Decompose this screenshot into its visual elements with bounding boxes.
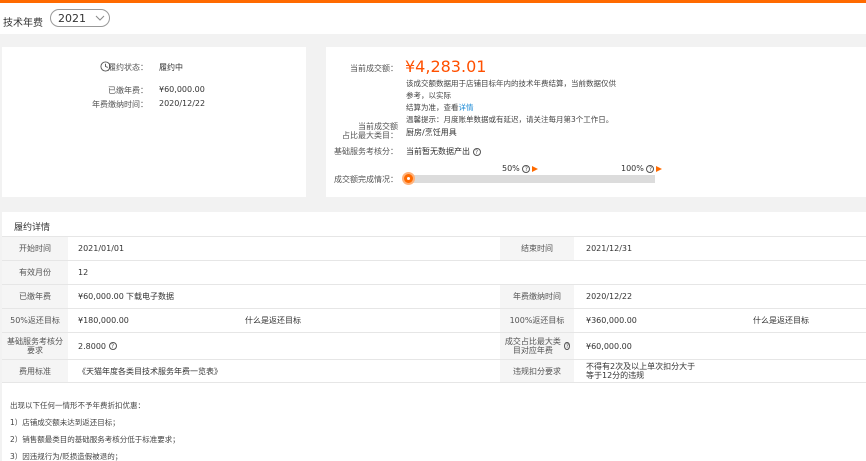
row-label-text: 成交占比最大类目对应年费 [504, 337, 561, 355]
basic-score-label: 基础服务考核分： [334, 147, 398, 156]
row-value: 12 [78, 268, 89, 277]
row-value: 不得有2次及以上单次扣分大于等于12分的违规 [586, 362, 696, 380]
row-label: 年费缴纳时间 [500, 285, 574, 308]
contract-details-panel: 履约详情 开始时间 2021/01/01 结束时间 2021/12/31 有效月… [2, 212, 866, 461]
chevron-down-icon [95, 15, 105, 21]
contract-summary-card: 履约状态： 履约中 已缴年费： ¥60,000.00 年费缴纳时间： 2020/… [2, 47, 306, 197]
help-icon[interactable]: ? [522, 164, 531, 173]
year-select[interactable]: 2021 [50, 9, 110, 27]
flag-icon [532, 165, 539, 172]
table-row: 开始时间 2021/01/01 结束时间 2021/12/31 [2, 236, 866, 260]
details-title: 履约详情 [14, 223, 51, 233]
table-row: 有效月份 12 [2, 260, 866, 284]
row-value: ¥60,000.00 [78, 292, 124, 301]
table-row: 基础服务考核分要求 2.8000 ? 成交占比最大类目对应年费 ? ¥60,00… [2, 332, 866, 359]
top-category-label-line1: 当前成交额 [358, 122, 398, 131]
row-label: 开始时间 [2, 237, 68, 260]
pay-time-label: 年费缴纳时间： [92, 100, 148, 109]
progress-marker-100: 100% ? [621, 164, 663, 173]
row-value: 2021/12/31 [586, 244, 633, 253]
progress-track [405, 175, 655, 183]
amount-note-line1: 该成交额数据用于店铺目标年内的技术年费结算，当前数据仅供参考，以实际 [406, 79, 616, 100]
table-row: 费用标准 《天猫年度各类目技术服务年费一览表》 违规扣分要求 不得有2次及以上单… [2, 359, 866, 383]
row-label: 违规扣分要求 [500, 360, 574, 382]
help-icon[interactable]: ? [646, 164, 655, 173]
note-line: 2）销售额最类目的基础服务考核分低于标准要求； [10, 435, 180, 444]
amount-note-line3: 温馨提示：月度账单数据或有延迟，请关注每月第3个工作日。 [406, 115, 614, 124]
row-label: 100%返还目标 [500, 309, 574, 332]
top-category-label: 当前成交额 占比最大类目： [342, 122, 398, 140]
pay-time-value: 2020/12/22 [159, 99, 206, 108]
details-link[interactable]: 详情 [459, 103, 474, 112]
return-target-help-link[interactable]: 什么是返还目标 [245, 309, 301, 332]
return-target-help-link-2[interactable]: 什么是返还目标 [753, 309, 809, 332]
page-title: 技术年费 [3, 18, 43, 29]
paid-fee-label: 已缴年费： [108, 86, 148, 95]
row-value: 2020/12/22 [586, 292, 633, 301]
amount-note-line2: 结算为准，查看详情 [406, 102, 621, 114]
row-label: 已缴年费 [2, 285, 68, 308]
help-icon[interactable]: ? [564, 342, 570, 350]
row-value: 2.8000 ? [78, 333, 117, 359]
row-label: 有效月份 [2, 261, 68, 284]
row-value: ¥360,000.00 [586, 316, 637, 325]
progress-label: 成交额完成情况： [334, 175, 398, 184]
download-data-link[interactable]: 下载电子数据 [126, 285, 174, 308]
amount-label: 当前成交额： [350, 64, 398, 73]
progress-knob [402, 172, 415, 185]
discount-exclusion-notes: 出现以下任何一情形不予年费折扣优惠： 1）店铺成交额未达到返还目标； 2）销售额… [10, 397, 180, 461]
note-line: 3）因违规行为/贬损造假被退的； [10, 452, 123, 461]
flag-icon [656, 165, 663, 172]
top-category-label-line2: 占比最大类目： [342, 131, 398, 140]
row-label: 50%返还目标 [2, 309, 68, 332]
progress-marker-50: 50% ? [502, 164, 539, 173]
score-requirement-text: 2.8000 [78, 341, 106, 351]
basic-score-text: 当前暂无数据产出 [406, 147, 470, 156]
help-icon[interactable]: ? [472, 147, 481, 156]
progress-marker-50-text: 50% [502, 164, 520, 173]
amount-note-prefix: 结算为准，查看 [406, 103, 459, 112]
row-label: 费用标准 [2, 360, 68, 382]
basic-score-value: 当前暂无数据产出 ? [406, 146, 481, 157]
row-label: 结束时间 [500, 237, 574, 260]
status-label: 履约状态： [108, 63, 148, 72]
row-value: ¥60,000.00 [586, 341, 632, 351]
fee-standard-link[interactable]: 《天猫年度各类目技术服务年费一览表》 [78, 360, 222, 382]
progress-marker-100-text: 100% [621, 164, 644, 173]
paid-fee-value: ¥60,000.00 [159, 85, 205, 94]
note-line: 出现以下任何一情形不予年费折扣优惠： [10, 401, 145, 410]
page-header: 技术年费 2021 [0, 3, 866, 34]
table-row: 50%返还目标 ¥180,000.00 什么是返还目标 100%返还目标 ¥36… [2, 308, 866, 332]
top-category-value: 厨房/烹饪用具 [406, 128, 457, 137]
row-label: 基础服务考核分要求 [2, 333, 68, 359]
row-label: 成交占比最大类目对应年费 ? [500, 333, 574, 359]
year-select-value: 2021 [58, 12, 86, 25]
row-value: 2021/01/01 [78, 244, 125, 253]
status-value: 履约中 [159, 63, 183, 72]
note-line: 1）店铺成交额未达到返还目标； [10, 418, 120, 427]
current-amount: ¥4,283.01 [405, 57, 487, 76]
help-icon[interactable]: ? [108, 342, 117, 350]
row-value: ¥180,000.00 [78, 316, 129, 325]
amount-note: 该成交额数据用于店铺目标年内的技术年费结算，当前数据仅供参考，以实际 结算为准，… [406, 78, 621, 126]
table-row: 已缴年费 ¥60,000.00 下载电子数据 年费缴纳时间 2020/12/22 [2, 284, 866, 308]
